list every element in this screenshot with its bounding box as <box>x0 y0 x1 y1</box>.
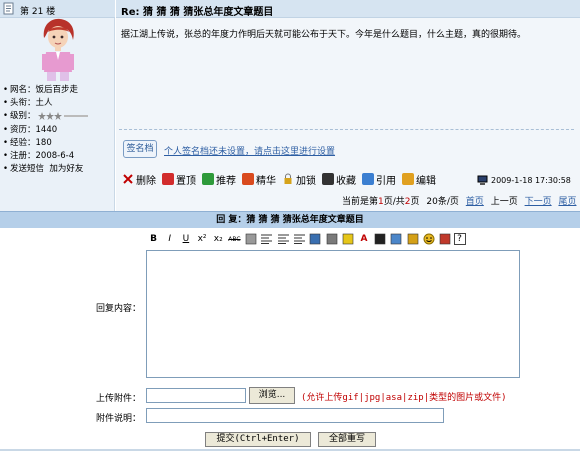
add-friend-link[interactable]: 加为好友 <box>49 164 83 174</box>
bold-icon[interactable]: B <box>146 232 161 247</box>
action-label: 引用 <box>376 175 396 187</box>
next-page-link[interactable]: 下一页 <box>525 197 552 207</box>
upload-hint: (允许上传gif|jpg|asa|zip|类型的图片或文件) <box>301 393 507 403</box>
signature-setup-link[interactable]: 个人签名档还未设置，请点击这里进行设置 <box>164 144 335 157</box>
align-right-icon[interactable] <box>292 232 307 247</box>
action-label: 推荐 <box>216 175 236 187</box>
quote-icon <box>362 173 374 185</box>
user-resource-row: • 资历：1440 <box>3 124 58 135</box>
emoticon-icon[interactable] <box>421 232 436 247</box>
last-page-link[interactable]: 尾页 <box>558 197 576 207</box>
user-title-row: • 头衔：土人 <box>3 98 53 109</box>
pager: 当前是第1页/共2页 20条/页 首页 上一页 下一页 尾页 <box>342 197 577 207</box>
action-label: 编辑 <box>416 175 436 187</box>
lock-icon <box>282 173 294 185</box>
action-favorite-button[interactable]: 收藏 <box>322 172 356 187</box>
action-edit-button[interactable]: 编辑 <box>402 172 436 187</box>
image-icon[interactable] <box>389 232 404 247</box>
align-left-icon[interactable] <box>259 232 274 247</box>
user-register-row: • 注册：2008-6-4 <box>3 150 75 161</box>
highlight-icon[interactable] <box>340 232 355 247</box>
user-level-row: • 级别： <box>3 110 113 123</box>
reply-content-label: 回复内容： <box>96 304 142 314</box>
user-exp-row: • 经验：180 <box>3 137 52 148</box>
action-recommend-button[interactable]: 推荐 <box>202 172 236 187</box>
user-links-row: • 发送短信 加为好友 <box>3 164 84 175</box>
user-sidebar: 第 21 楼 • 网名：饭后百步走 • 头衔：土人 • 级别： • 资历：144… <box>0 0 115 211</box>
user-nickname-row: • 网名：饭后百步走 <box>3 85 79 95</box>
reply-header: 回 复：猜 猜 猜 猜张总年度文章题目 <box>0 211 580 228</box>
user-nickname: 饭后百步走 <box>35 85 79 95</box>
post-title-bar: Re: 猜 猜 猜 猜张总年度文章题目 <box>116 0 580 18</box>
document-icon <box>3 2 15 15</box>
avatar[interactable] <box>36 16 80 82</box>
action-label: 收藏 <box>336 175 356 187</box>
superscript-icon[interactable]: x² <box>195 232 210 247</box>
delete-icon <box>122 173 134 185</box>
essence-icon <box>242 173 254 185</box>
action-label: 置顶 <box>176 175 196 187</box>
strikethrough-icon[interactable]: ABC <box>227 232 242 247</box>
action-essence-button[interactable]: 精华 <box>242 172 276 187</box>
user-info: • 网名：饭后百步走 • 头衔：土人 • 级别： • 资历：1440 • 经验：180 •… <box>3 84 113 176</box>
edit-icon <box>402 173 414 185</box>
upload-label: 上传附件： <box>96 394 142 404</box>
underline-icon[interactable]: U <box>178 232 193 247</box>
reset-button[interactable]: 全部重写 <box>318 432 376 447</box>
signature-button[interactable]: 签名档 <box>123 140 157 158</box>
post-time: 2009-1-18 17:30:58 <box>477 175 571 186</box>
action-quote-button[interactable]: 引用 <box>362 172 396 187</box>
flash-icon[interactable] <box>437 232 452 247</box>
attachment-desc-input[interactable] <box>146 408 444 423</box>
post-container: 第 21 楼 • 网名：饭后百步走 • 头衔：土人 • 级别： • 资历：144… <box>0 0 580 211</box>
action-label: 删除 <box>136 175 156 187</box>
reply-editor[interactable] <box>146 250 520 378</box>
action-pin-top-button[interactable]: 置顶 <box>162 172 196 187</box>
hyperlink-icon[interactable] <box>308 232 323 247</box>
attachment-desc-label: 附件说明： <box>96 414 142 424</box>
user-title: 土人 <box>35 98 53 109</box>
prev-page-text: 上一页 <box>490 197 518 207</box>
post-content-area: Re: 猜 猜 猜 猜张总年度文章题目 据江湖上传说，张总的年度力作明后天就可能… <box>116 0 580 211</box>
media-icon[interactable] <box>405 232 420 247</box>
pin-top-icon <box>162 173 174 185</box>
italic-icon[interactable]: I <box>162 232 177 247</box>
computer-icon <box>477 175 488 186</box>
align-center-icon[interactable] <box>276 232 291 247</box>
editor-toolbar: B I Ux² x₂ ABC A? <box>146 230 467 248</box>
level-stars-icon <box>38 111 90 120</box>
submit-button[interactable]: 提交(Ctrl+Enter) <box>205 432 311 447</box>
upload-file-input[interactable] <box>146 388 246 403</box>
font-color-icon[interactable]: A <box>356 232 371 247</box>
action-lock-button[interactable]: 加锁 <box>282 172 316 187</box>
unlink-icon[interactable] <box>324 232 339 247</box>
post-title: Re: 猜 猜 猜 猜张总年度文章题目 <box>121 7 274 18</box>
help-icon[interactable]: ? <box>453 233 466 245</box>
subscript-icon[interactable]: x₂ <box>211 232 226 247</box>
action-label: 精华 <box>256 175 276 187</box>
signature-divider <box>119 129 574 130</box>
find-icon[interactable] <box>373 232 388 247</box>
action-delete-button[interactable]: 删除 <box>122 172 156 187</box>
browse-button[interactable]: 浏览... <box>249 387 295 404</box>
favorite-icon <box>322 173 334 185</box>
action-label: 加锁 <box>296 175 316 187</box>
send-message-link[interactable]: 发送短信 <box>10 164 44 174</box>
post-action-bar: 删除 置顶 推荐 精华 加锁 收藏 引用 编辑 <box>122 171 442 187</box>
first-page-link[interactable]: 首页 <box>466 197 484 207</box>
recommend-icon <box>202 173 214 185</box>
post-body: 据江湖上传说，张总的年度力作明后天就可能公布于天下。今年是什么题目，什么主题，真… <box>121 30 527 40</box>
eraser-icon[interactable] <box>243 232 258 247</box>
